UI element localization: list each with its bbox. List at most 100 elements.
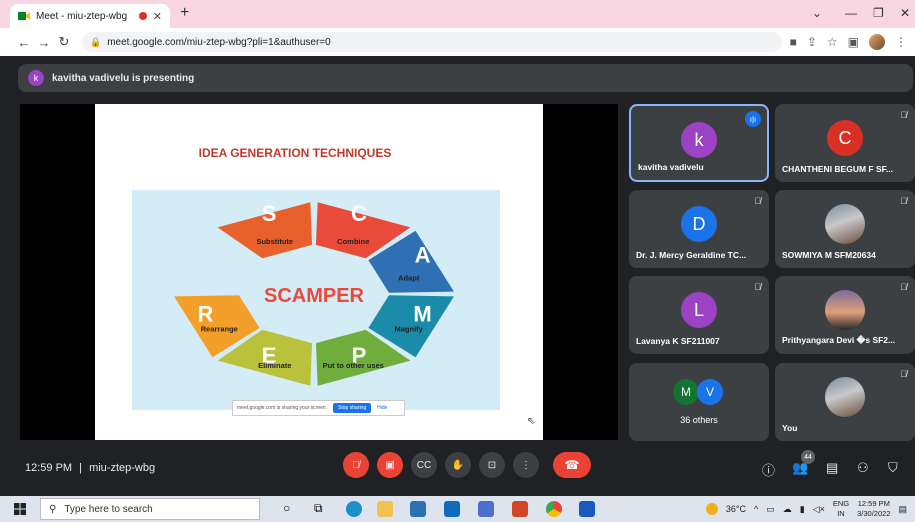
- meeting-controls: 12:59 PM | miu-ztep-wbg 🎙̸ ▣̸ CC ✋ ⊡ ⋮ ☎…: [0, 448, 915, 488]
- presenting-banner: k kavitha vadivelu is presenting: [18, 64, 913, 92]
- system-tray: 36°C ^ ▭ ☁ ▮ ◁× ENG IN 12:59 PM 3/30/2022 …: [705, 499, 907, 519]
- notifications-icon[interactable]: ▤: [898, 504, 907, 515]
- close-window-button[interactable]: ✕: [900, 6, 910, 20]
- network-icon[interactable]: ▭: [766, 504, 775, 515]
- participant-avatar: C: [827, 120, 863, 156]
- stop-sharing-button[interactable]: Stop sharing: [333, 403, 372, 413]
- language-indicator[interactable]: ENG IN: [833, 499, 849, 519]
- scamper-word: Put to other uses: [323, 361, 384, 370]
- mic-toggle-button[interactable]: 🎙̸: [343, 452, 369, 478]
- new-tab-button[interactable]: +: [180, 4, 189, 22]
- lock-icon: 🔒: [90, 36, 102, 47]
- camera-toggle-button[interactable]: ▣̸: [377, 452, 403, 478]
- scamper-letter: S: [262, 201, 277, 226]
- info-icon[interactable]: ⓘ: [762, 460, 775, 479]
- participant-tile[interactable]: L 🎙̸ Lavanya K SF211007: [629, 276, 769, 354]
- mic-off-icon: 🎙̸: [754, 282, 761, 292]
- browser-tab-meet[interactable]: Meet - miu-ztep-wbg ✕: [10, 4, 170, 28]
- hide-button[interactable]: Hide: [377, 405, 387, 411]
- self-name: You: [782, 423, 798, 433]
- others-avatar: V: [697, 379, 723, 405]
- scamper-diagram: SSubstituteCCombineAAdaptMMagnifyPPut to…: [174, 201, 454, 386]
- presenting-text: kavitha vadivelu is presenting: [52, 72, 195, 84]
- windows-taskbar: ⚲ Type here to search ○ ⧉ 36°C ^ ▭ ☁ ▮ ◁…: [0, 496, 915, 522]
- share-notice-text: meet.google.com is sharing your screen.: [237, 405, 328, 411]
- mouse-cursor-icon: ⇖: [527, 416, 536, 427]
- leave-call-button[interactable]: ☎: [553, 452, 591, 478]
- powerpoint-icon[interactable]: [512, 501, 528, 517]
- scamper-word: Substitute: [256, 237, 293, 246]
- participant-name: CHANTHENI BEGUM F SF...: [782, 164, 893, 174]
- self-photo: [825, 377, 865, 417]
- cloud-icon[interactable]: ☁: [783, 504, 792, 515]
- task-view-icon[interactable]: ⧉: [314, 501, 323, 516]
- tab-title: Meet - miu-ztep-wbg: [36, 10, 128, 22]
- tab-search-icon[interactable]: ⌄: [812, 6, 822, 20]
- camera-indicator-icon[interactable]: ■: [790, 35, 797, 49]
- store-icon[interactable]: [410, 501, 426, 517]
- presenter-avatar: k: [28, 70, 44, 86]
- participant-photo: [825, 204, 865, 244]
- reload-icon[interactable]: ↻: [54, 34, 74, 50]
- tray-chevron-icon[interactable]: ^: [754, 504, 758, 514]
- search-placeholder: Type here to search: [64, 503, 153, 515]
- participant-name: SOWMIYA M SFM20634: [782, 250, 876, 260]
- weather-icon[interactable]: [705, 503, 718, 515]
- mic-off-icon: 🎙̸: [754, 196, 761, 206]
- slide: IDEA GENERATION TECHNIQUES S Substitute C C…: [95, 104, 543, 440]
- participant-tile[interactable]: 🎙̸ Prithyangara Devi �s SF2...: [775, 276, 915, 354]
- participant-tile[interactable]: k ı|ı kavitha vadivelu: [629, 104, 769, 182]
- close-tab-icon[interactable]: ✕: [153, 10, 162, 23]
- present-button[interactable]: ⊡: [479, 452, 505, 478]
- chrome-icon[interactable]: [546, 501, 562, 517]
- cortana-icon[interactable]: ○: [283, 501, 290, 515]
- app-icon[interactable]: [478, 501, 494, 517]
- others-tile[interactable]: M V 36 others: [629, 363, 769, 441]
- lang-text: ENG: [832, 499, 850, 508]
- host-controls-icon[interactable]: ⛉: [888, 460, 898, 476]
- participant-photo: [825, 290, 865, 330]
- participant-tile[interactable]: D 🎙̸ Dr. J. Mercy Geraldine TC...: [629, 190, 769, 268]
- address-bar[interactable]: 🔒 meet.google.com/miu-ztep-wbg?pli=1&aut…: [82, 32, 782, 52]
- meeting-time-code: 12:59 PM | miu-ztep-wbg: [25, 462, 155, 474]
- mic-off-icon: 🎙̸: [900, 196, 907, 206]
- taskbar-clock[interactable]: 12:59 PM 3/30/2022: [857, 499, 890, 519]
- bookmark-star-icon[interactable]: ☆: [827, 35, 838, 49]
- temperature: 36°C: [725, 504, 746, 514]
- profile-avatar[interactable]: [869, 34, 885, 50]
- participant-tile[interactable]: 🎙̸ SOWMIYA M SFM20634: [775, 190, 915, 268]
- forward-icon[interactable]: →: [34, 35, 54, 50]
- participant-avatar: L: [681, 292, 717, 328]
- mic-tray-icon[interactable]: ▮: [800, 504, 805, 515]
- edge-icon[interactable]: [346, 501, 362, 517]
- meet-favicon-icon: [18, 12, 30, 20]
- captions-button[interactable]: CC: [411, 452, 437, 478]
- back-icon[interactable]: ←: [14, 35, 34, 50]
- participant-name: kavitha vadivelu: [638, 162, 704, 172]
- taskbar-search[interactable]: ⚲ Type here to search: [40, 498, 260, 520]
- screen-share-notice: meet.google.com is sharing your screen. …: [232, 400, 405, 416]
- scamper-letter: A: [415, 243, 431, 268]
- scamper-word: Magnify: [395, 325, 424, 334]
- participant-name: Dr. J. Mercy Geraldine TC...: [636, 250, 747, 260]
- side-panel-icon[interactable]: ▣: [848, 35, 859, 49]
- maximize-button[interactable]: ❐: [873, 6, 884, 20]
- menu-kebab-icon[interactable]: ⋮: [895, 35, 907, 49]
- minimize-button[interactable]: —: [845, 6, 857, 20]
- word-icon[interactable]: [579, 501, 595, 517]
- volume-icon[interactable]: ◁×: [813, 504, 825, 515]
- raise-hand-button[interactable]: ✋: [445, 452, 471, 478]
- separator: |: [79, 462, 83, 474]
- windows-start-icon[interactable]: [14, 503, 26, 515]
- activities-icon[interactable]: ⚇: [857, 460, 869, 476]
- self-tile[interactable]: 🎙̸ You: [775, 363, 915, 441]
- file-explorer-icon[interactable]: [377, 501, 393, 517]
- chat-icon[interactable]: ▤: [826, 460, 838, 476]
- more-options-button[interactable]: ⋮: [513, 452, 539, 478]
- mail-icon[interactable]: [444, 501, 460, 517]
- participant-tile[interactable]: C 🎙̸ CHANTHENI BEGUM F SF...: [775, 104, 915, 182]
- region-text: IN: [837, 509, 845, 518]
- share-icon[interactable]: ⇪: [807, 35, 817, 49]
- people-count-badge: 44: [801, 450, 815, 464]
- participant-avatar: D: [681, 206, 717, 242]
